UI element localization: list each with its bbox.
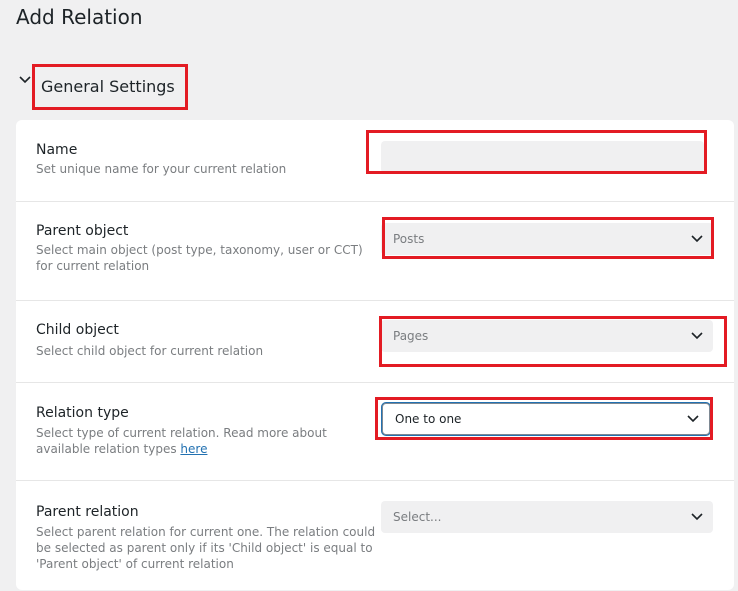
field-description: Select main object (post type, taxonomy,…: [36, 243, 363, 273]
chevron-down-icon: [691, 513, 703, 521]
field-description: Select type of current relation. Read mo…: [36, 425, 376, 457]
relation-type-select[interactable]: One to one: [382, 403, 710, 435]
select-value: Select...: [393, 510, 442, 524]
field-label: Parent object: [36, 223, 129, 239]
select-value: Pages: [393, 329, 429, 343]
field-description: Set unique name for your current relatio…: [36, 162, 287, 176]
field-row-parent-object: Parent object Select main object (post t…: [16, 202, 734, 301]
relation-types-link[interactable]: here: [180, 442, 207, 456]
field-description: Select child object for current relation: [36, 344, 264, 358]
child-object-select[interactable]: Pages: [381, 320, 713, 352]
parent-relation-select[interactable]: Select...: [381, 501, 713, 533]
field-label: Child object: [36, 322, 119, 338]
chevron-down-icon: [691, 332, 703, 340]
chevron-down-icon: [19, 76, 31, 84]
parent-object-select[interactable]: Posts: [381, 223, 713, 255]
field-row-relation-type: Relation type Select type of current rel…: [16, 383, 734, 481]
settings-card: Name Set unique name for your current re…: [16, 120, 734, 590]
field-row-name: Name Set unique name for your current re…: [16, 120, 734, 202]
field-description: Select parent relation for current one. …: [36, 525, 376, 571]
section-title[interactable]: General Settings: [41, 77, 175, 96]
name-input[interactable]: [381, 141, 704, 173]
chevron-down-icon: [687, 415, 699, 423]
chevron-down-icon: [691, 235, 703, 243]
field-row-parent-relation: Parent relation Select parent relation f…: [16, 481, 734, 591]
field-label: Parent relation: [36, 504, 139, 520]
select-value: Posts: [393, 232, 425, 246]
page-title: Add Relation: [16, 5, 143, 29]
field-row-child-object: Child object Select child object for cur…: [16, 301, 734, 383]
field-label: Name: [36, 142, 78, 158]
select-value: One to one: [395, 412, 462, 426]
field-label: Relation type: [36, 405, 129, 421]
